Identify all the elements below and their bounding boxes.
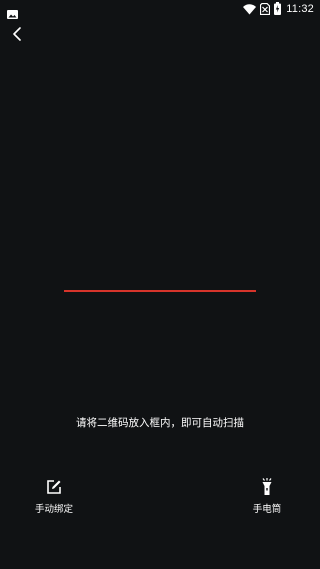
battery-charging-icon [274, 0, 282, 19]
no-sim-icon [260, 0, 271, 19]
manual-bind-label: 手动绑定 [34, 504, 73, 515]
manual-bind-button[interactable]: 手动绑定 [22, 478, 86, 515]
image-icon [7, 4, 18, 19]
back-arrow-icon [11, 26, 23, 45]
qr-scanner-screen: 11:32 请将二维码放入框内，即可自动扫描 手动绑定 手电筒 [0, 0, 320, 569]
edit-icon [45, 478, 63, 496]
wifi-icon [243, 0, 257, 19]
status-bar: 11:32 [0, 0, 320, 19]
status-time: 11:32 [286, 3, 314, 15]
flashlight-label: 手电筒 [252, 504, 282, 515]
status-icons: 11:32 [239, 1, 314, 17]
flashlight-button[interactable]: 手电筒 [235, 478, 299, 515]
scan-hint-text: 请将二维码放入框内，即可自动扫描 [76, 417, 244, 429]
back-button[interactable] [6, 24, 28, 46]
scan-line [64, 290, 256, 292]
flashlight-icon [258, 478, 276, 496]
